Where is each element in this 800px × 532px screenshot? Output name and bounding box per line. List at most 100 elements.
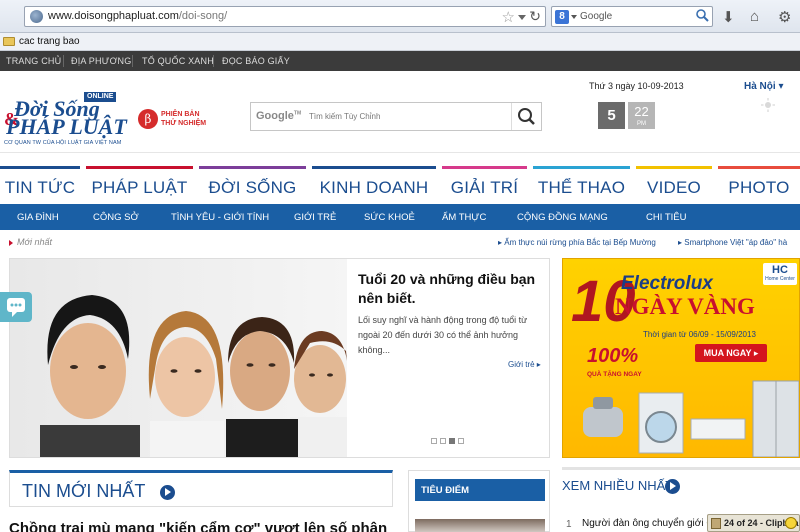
google-logo: GoogleTM [256, 110, 302, 122]
weather-icon [761, 98, 775, 112]
site-search-button[interactable] [511, 103, 541, 130]
logo-line2: PHÁP LUẬT [6, 114, 127, 139]
topnav-item[interactable]: TỔ QUỐC XANH [142, 56, 214, 66]
arrow-right-icon[interactable] [665, 479, 680, 494]
chat-widget-button[interactable] [0, 292, 32, 322]
clock-hour: 5 [598, 102, 625, 129]
browser-toolbar: www.doisongphapluat.com/doi-song/ ☆ ↻ 8 … [0, 0, 800, 33]
ad-percent: 100% [587, 345, 639, 367]
most-viewed-item[interactable]: Người đàn ông chuyển giới C [582, 518, 714, 529]
slide-indicator [431, 435, 467, 447]
site-top-nav: TRANG CHỦ ĐỊA PHƯƠNG TỔ QUỐC XANH ĐỌC BÁ… [0, 51, 800, 71]
bookmark-folder[interactable]: cac trang bao [19, 36, 80, 47]
ad-headline: NGÀY VÀNG [615, 294, 755, 319]
most-viewed-rank: 1 [566, 519, 572, 530]
most-viewed-title[interactable]: XEM NHIỀU NHẤT [562, 478, 673, 493]
download-icon[interactable]: ⬇ [722, 8, 735, 26]
subnav-item[interactable]: GIA ĐÌNH [17, 212, 59, 223]
address-bar[interactable]: www.doisongphapluat.com/doi-song/ ☆ ↻ [24, 6, 546, 27]
folder-icon[interactable] [3, 37, 15, 46]
subnav-item[interactable]: CÔNG SỞ [93, 212, 139, 223]
chat-bubble-icon [7, 298, 25, 317]
topnav-item[interactable]: TRANG CHỦ [6, 56, 61, 66]
topnav-item[interactable]: ĐỊA PHƯƠNG [71, 56, 131, 66]
category-tab-phap-luat[interactable]: PHÁP LUẬT [86, 166, 193, 204]
topnav-item[interactable]: ĐỌC BÁO GIẤY [222, 56, 290, 66]
ticker-label: Mới nhất [17, 237, 52, 247]
search-engine-dropdown-icon[interactable] [571, 15, 577, 19]
divider [562, 467, 800, 470]
logo-tagline: CƠ QUAN TW CỦA HỘI LUẬT GIA VIỆT NAM [4, 140, 122, 146]
search-engine-icon[interactable]: 8 [555, 10, 569, 24]
beta-label: PHIÊN BẢN THỬ NGHIỆM [161, 111, 207, 127]
subnav-item[interactable]: TÌNH YÊU - GIỚI TÍNH [171, 212, 269, 223]
category-tab-tin-tuc[interactable]: TIN TỨC [0, 166, 80, 204]
slide-dot[interactable] [431, 438, 437, 444]
appliances-illustration [583, 380, 799, 457]
ticker-item[interactable]: Smartphone Việt "áp đảo" hà [678, 238, 787, 247]
category-tab-the-thao[interactable]: THỂ THAO [533, 166, 630, 204]
divider [213, 55, 214, 67]
clipboard-popup[interactable]: 24 of 24 - Clipboa [707, 514, 800, 532]
focus-section: TIÊU ĐIỂM [408, 470, 550, 532]
search-placeholder: Google [580, 11, 613, 22]
subnav-item[interactable]: CHI TIÊU [646, 212, 686, 223]
browser-search-box[interactable]: 8 Google [551, 6, 713, 27]
reload-icon[interactable]: ↻ [529, 8, 541, 25]
latest-news-header[interactable]: TIN MỚI NHẤT [9, 470, 393, 507]
slide-dot[interactable] [440, 438, 446, 444]
search-icon[interactable] [695, 8, 709, 22]
ad-period: Thời gian từ 06/09 - 15/09/2013 [643, 330, 756, 339]
slide-dot[interactable] [458, 438, 464, 444]
featured-title[interactable]: Tuổi 20 và những điều bạn nên biết. [358, 270, 544, 308]
url-history-dropdown-icon[interactable] [518, 15, 526, 20]
smiley-icon [785, 517, 797, 529]
subnav-item[interactable]: ẨM THỰC [442, 212, 486, 223]
featured-category-link[interactable]: Giới trẻ ▸ [508, 360, 541, 369]
featured-description: Lối suy nghĩ và hành động trong độ tuổi … [358, 315, 528, 355]
people-photo [40, 295, 347, 457]
subnav-item[interactable]: CỘNG ĐỒNG MẠNG [517, 212, 608, 223]
category-tab-doi-song[interactable]: ĐỜI SỐNG [199, 166, 306, 204]
latest-news-title: TIN MỚI NHẤT [22, 481, 146, 501]
addon-icon[interactable]: ⚙ [778, 8, 791, 26]
featured-article: Tuổi 20 và những điều bạn nên biết. Lối … [9, 258, 550, 458]
subnav-item[interactable]: GIỚI TRẺ [294, 212, 336, 223]
clock-minute: 22 PM [628, 102, 655, 129]
site-search-placeholder: Tìm kiếm Tùy Chỉnh [309, 112, 381, 121]
latest-headline[interactable]: Chồng trai mù mang "kiến cẩm cơ" vượt lê… [9, 520, 393, 532]
search-icon [518, 108, 535, 125]
divider [63, 55, 64, 67]
focus-thumbnail[interactable] [415, 519, 545, 532]
site-identity-icon[interactable] [30, 10, 43, 23]
ad-brand: Electrolux [621, 273, 713, 294]
city-selector[interactable]: Hà Nội ▾ [744, 81, 783, 92]
beta-icon: β [138, 109, 158, 129]
category-tab-kinh-doanh[interactable]: KINH DOANH [312, 166, 436, 204]
ticker-arrow-icon [9, 240, 13, 246]
bookmarks-toolbar: cac trang bao [0, 33, 800, 51]
subnav-item[interactable]: SỨC KHOẺ [364, 212, 415, 223]
home-icon[interactable]: ⌂ [750, 8, 759, 25]
news-ticker: Mới nhất Ẩm thực núi rừng phía Bắc tại B… [0, 233, 800, 252]
featured-photo[interactable] [10, 259, 347, 457]
buy-now-button[interactable]: MUA NGAY ▸ [695, 344, 767, 362]
site-logo[interactable]: ONLINE Đời Sống & PHÁP LUẬT CƠ QUAN TW C… [4, 92, 127, 148]
category-tab-giai-tri[interactable]: GIẢI TRÍ [442, 166, 527, 204]
category-tab-video[interactable]: VIDEO [636, 166, 712, 204]
ticker-item[interactable]: Ẩm thực núi rừng phía Bắc tại Bếp Mường [498, 238, 656, 247]
site-search-input[interactable]: GoogleTM Tìm kiếm Tùy Chỉnh [250, 102, 542, 131]
slide-dot-active[interactable] [449, 438, 455, 444]
current-date: Thứ 3 ngày 10-09-2013 [589, 81, 684, 91]
bookmark-star-icon[interactable]: ☆ [502, 8, 515, 26]
category-tab-photo[interactable]: PHOTO [718, 166, 800, 204]
url-text: www.doisongphapluat.com/doi-song/ [48, 10, 228, 22]
divider [0, 152, 800, 153]
clipboard-icon [711, 518, 721, 529]
focus-header[interactable]: TIÊU ĐIỂM [415, 479, 545, 501]
electrolux-ad-banner[interactable]: 10 Electrolux NGÀY VÀNG HC Home Center Th… [562, 258, 800, 458]
ad-gift-label: QUÀ TẶNG NGAY [587, 371, 642, 378]
hc-logo: HC Home Center [763, 263, 797, 285]
divider [132, 55, 133, 67]
arrow-right-icon[interactable] [160, 485, 175, 500]
